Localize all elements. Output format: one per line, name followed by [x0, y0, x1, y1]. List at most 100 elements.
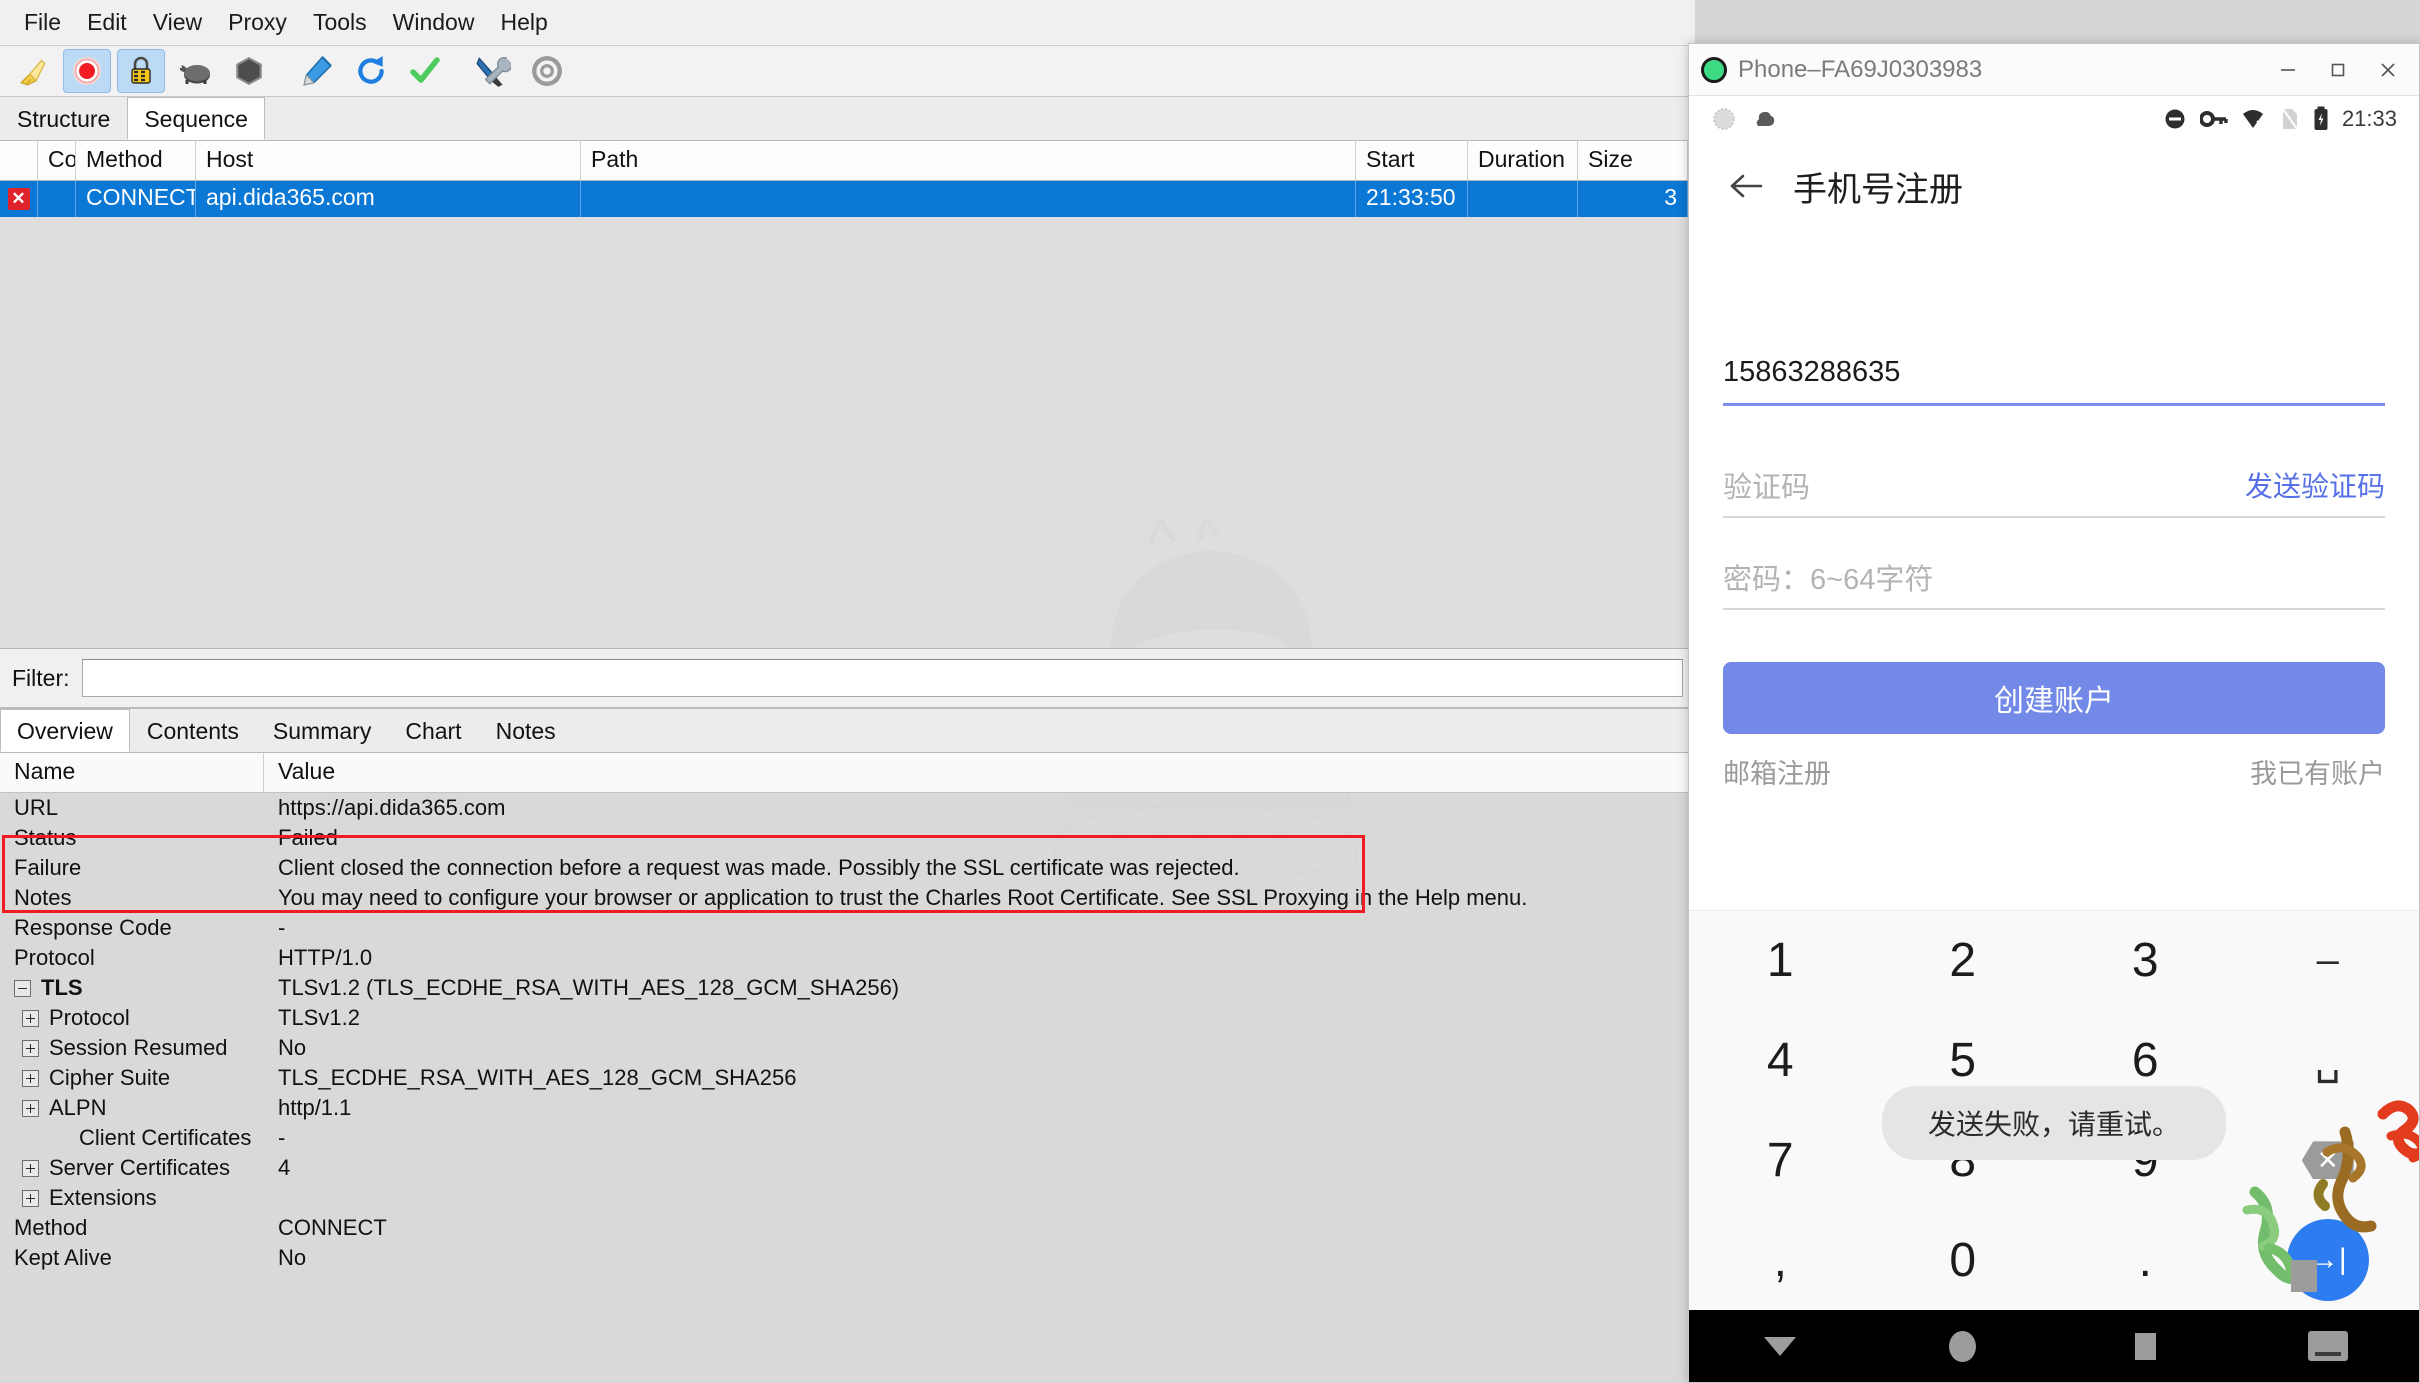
tab-contents[interactable]: Contents: [130, 709, 256, 752]
validate-icon[interactable]: [401, 49, 449, 93]
detail-col-value[interactable]: Value: [264, 753, 1695, 792]
expand-icon[interactable]: [22, 1160, 39, 1177]
col-header-size[interactable]: Size: [1578, 141, 1688, 180]
table-row[interactable]: ✕ CONNECT api.dida365.com 21:33:50 3: [0, 181, 1695, 217]
password-field[interactable]: 密码：6~64字符: [1723, 546, 2385, 610]
detail-row-name: Server Certificates: [0, 1155, 264, 1181]
phone-number-field[interactable]: 15863288635: [1723, 341, 2385, 406]
repeat-icon[interactable]: [347, 49, 395, 93]
detail-row-value: TLSv1.2 (TLS_ECDHE_RSA_WITH_AES_128_GCM_…: [264, 975, 1695, 1001]
android-robot-icon: [1701, 57, 1727, 83]
menu-file[interactable]: File: [11, 6, 74, 39]
close-icon[interactable]: [2363, 48, 2413, 92]
key-0[interactable]: 0: [1872, 1210, 2055, 1310]
ssl-proxying-icon[interactable]: [117, 49, 165, 93]
detail-row-name: Method: [0, 1215, 264, 1241]
detail-row[interactable]: Cipher SuiteTLS_ECDHE_RSA_WITH_AES_128_G…: [0, 1063, 1695, 1093]
nav-back-icon[interactable]: [1689, 1337, 1872, 1356]
expand-icon[interactable]: [22, 1100, 39, 1117]
key-enter[interactable]: →|: [2237, 1210, 2420, 1310]
detail-row-value: No: [264, 1245, 1695, 1271]
menu-tools[interactable]: Tools: [300, 6, 380, 39]
detail-row[interactable]: TLSTLSv1.2 (TLS_ECDHE_RSA_WITH_AES_128_G…: [0, 973, 1695, 1003]
detail-row-value: No: [264, 1035, 1695, 1061]
key-space[interactable]: ␣: [2237, 1011, 2420, 1111]
verification-code-placeholder: 验证码: [1723, 464, 2245, 506]
detail-row-name: Session Resumed: [0, 1035, 264, 1061]
tools-icon[interactable]: [469, 49, 517, 93]
tab-structure[interactable]: Structure: [0, 97, 127, 140]
menu-help[interactable]: Help: [487, 6, 560, 39]
filter-input[interactable]: [82, 659, 1684, 697]
expand-icon[interactable]: [22, 1070, 39, 1087]
key-3[interactable]: 3: [2054, 911, 2237, 1011]
menu-proxy[interactable]: Proxy: [215, 6, 300, 39]
key-dash[interactable]: –: [2237, 911, 2420, 1011]
key-4[interactable]: 4: [1689, 1011, 1872, 1111]
record-icon[interactable]: [63, 49, 111, 93]
menu-view[interactable]: View: [140, 6, 215, 39]
detail-row[interactable]: StatusFailed: [0, 823, 1695, 853]
send-code-button[interactable]: 发送验证码: [2245, 465, 2385, 505]
detail-row[interactable]: Client Certificates-: [0, 1123, 1695, 1153]
menu-window[interactable]: Window: [380, 6, 488, 39]
detail-row[interactable]: ProtocolHTTP/1.0: [0, 943, 1695, 973]
key-7[interactable]: 7: [1689, 1111, 1872, 1211]
detail-row-value: 4: [264, 1155, 1695, 1181]
detail-row[interactable]: Extensions: [0, 1183, 1695, 1213]
col-header-duration[interactable]: Duration: [1468, 141, 1578, 180]
detail-row[interactable]: MethodCONNECT: [0, 1213, 1695, 1243]
maximize-icon[interactable]: [2313, 48, 2363, 92]
tab-overview[interactable]: Overview: [0, 709, 130, 752]
throttle-icon[interactable]: [171, 49, 219, 93]
tab-sequence[interactable]: Sequence: [127, 97, 265, 140]
menu-edit[interactable]: Edit: [74, 6, 140, 39]
detail-row[interactable]: URLhttps://api.dida365.com: [0, 793, 1695, 823]
email-register-link[interactable]: 邮箱注册: [1723, 752, 1831, 791]
expand-icon[interactable]: [22, 1010, 39, 1027]
key-backspace[interactable]: ✕: [2237, 1111, 2420, 1211]
verification-code-field[interactable]: 验证码 发送验证码: [1723, 454, 2385, 518]
detail-row[interactable]: Session ResumedNo: [0, 1033, 1695, 1063]
detail-row[interactable]: Response Code-: [0, 913, 1695, 943]
col-header-start[interactable]: Start: [1356, 141, 1468, 180]
nav-keyboard-icon[interactable]: [2237, 1331, 2420, 1361]
key-period[interactable]: .: [2054, 1210, 2237, 1310]
back-arrow-icon[interactable]: [1715, 171, 1777, 201]
expand-icon[interactable]: [22, 1040, 39, 1057]
have-account-link[interactable]: 我已有账户: [2250, 752, 2385, 791]
expand-icon[interactable]: [22, 1190, 39, 1207]
registration-form: 15863288635 验证码 发送验证码 密码：6~64字符 创建账户 邮箱注…: [1689, 231, 2419, 791]
detail-row[interactable]: Kept AliveNo: [0, 1243, 1695, 1273]
detail-row[interactable]: ALPNhttp/1.1: [0, 1093, 1695, 1123]
settings-icon[interactable]: [523, 49, 571, 93]
detail-row-name: Extensions: [0, 1185, 264, 1211]
clear-session-icon[interactable]: [9, 49, 57, 93]
nav-recents-icon[interactable]: [2054, 1333, 2237, 1360]
detail-row[interactable]: NotesYou may need to configure your brow…: [0, 883, 1695, 913]
col-header-host[interactable]: Host: [196, 141, 581, 180]
detail-row-name: URL: [0, 795, 264, 821]
key-1[interactable]: 1: [1689, 911, 1872, 1011]
detail-row[interactable]: FailureClient closed the connection befo…: [0, 853, 1695, 883]
key-2[interactable]: 2: [1872, 911, 2055, 1011]
tab-summary[interactable]: Summary: [256, 709, 388, 752]
detail-row[interactable]: Server Certificates4: [0, 1153, 1695, 1183]
col-header-method[interactable]: Method: [76, 141, 196, 180]
tab-notes[interactable]: Notes: [479, 709, 573, 752]
minimize-icon[interactable]: [2263, 48, 2313, 92]
collapse-icon[interactable]: [14, 980, 31, 997]
breakpoints-icon[interactable]: [225, 49, 273, 93]
detail-row[interactable]: ProtocolTLSv1.2: [0, 1003, 1695, 1033]
key-comma[interactable]: ,: [1689, 1210, 1872, 1310]
compose-icon[interactable]: [293, 49, 341, 93]
tab-chart[interactable]: Chart: [388, 709, 478, 752]
detail-name-label: Status: [14, 825, 76, 851]
col-header-path[interactable]: Path: [581, 141, 1356, 180]
nav-home-icon[interactable]: [1872, 1331, 2055, 1362]
col-header-code[interactable]: Code: [38, 141, 76, 180]
detail-name-label: Response Code: [14, 915, 172, 941]
create-account-button[interactable]: 创建账户: [1723, 662, 2385, 734]
detail-col-name[interactable]: Name: [0, 753, 264, 792]
phone-window-titlebar[interactable]: Phone–FA69J0303983: [1689, 44, 2419, 96]
